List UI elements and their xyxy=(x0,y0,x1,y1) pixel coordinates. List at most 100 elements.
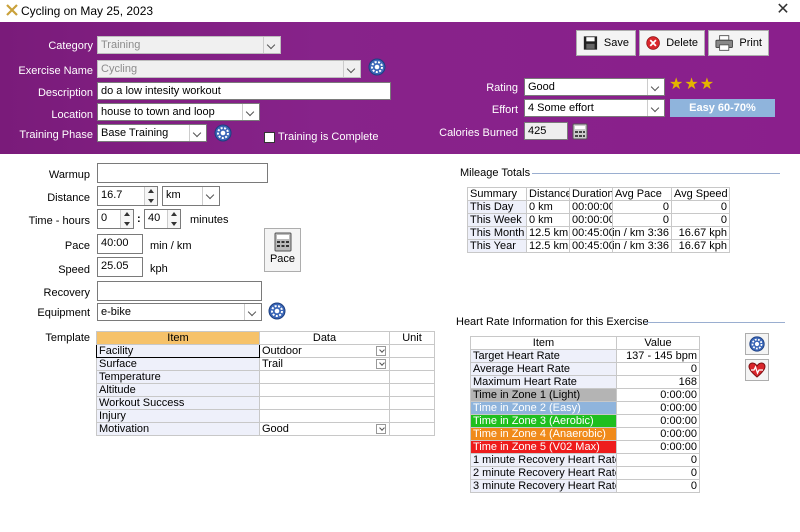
speed-input[interactable]: 25.05 xyxy=(97,257,143,277)
rating-select[interactable]: Good xyxy=(524,78,665,96)
table-row[interactable]: Temperature xyxy=(96,370,435,384)
time-hours-input[interactable]: 0 xyxy=(97,209,134,229)
mileage-col: Distance xyxy=(526,187,570,201)
chevron-down-icon xyxy=(202,187,219,205)
hr-item: 2 minute Recovery Heart Rate xyxy=(470,466,617,480)
chevron-down-icon xyxy=(647,79,664,95)
spinner-icon[interactable] xyxy=(167,210,180,228)
template-item[interactable]: Workout Success xyxy=(96,396,260,410)
mileage-cell: This Day xyxy=(467,200,527,214)
template-col-unit: Unit xyxy=(389,331,435,345)
template-unit[interactable] xyxy=(389,383,435,397)
training-complete-checkbox[interactable] xyxy=(264,132,275,143)
header-panel: Category Training Exercise Name Cycling … xyxy=(0,22,800,154)
pace-button-label: Pace xyxy=(269,253,296,265)
training-complete-label: Training is Complete xyxy=(278,131,379,143)
template-data[interactable] xyxy=(259,409,390,423)
pace-button[interactable]: Pace xyxy=(264,228,301,272)
template-label: Template xyxy=(45,332,90,344)
hr-value: 0:00:00 xyxy=(616,414,700,428)
equipment-label: Equipment xyxy=(37,307,90,319)
template-unit[interactable] xyxy=(389,409,435,423)
template-data[interactable]: Good xyxy=(259,422,390,436)
table-row[interactable]: Injury xyxy=(96,409,435,423)
gear-icon[interactable] xyxy=(367,57,387,77)
mileage-cell: 12.5 km xyxy=(526,226,570,240)
template-data[interactable]: Trail xyxy=(259,357,390,371)
distance-input[interactable]: 16.7 xyxy=(97,186,158,206)
mileage-title: Mileage Totals xyxy=(460,167,531,179)
save-label: Save xyxy=(603,37,629,49)
table-row: Time in Zone 4 (Anaerobic) 0:00:00 xyxy=(470,427,700,441)
template-item[interactable]: Temperature xyxy=(96,370,260,384)
location-label: Location xyxy=(51,109,93,121)
hr-value: 168 xyxy=(616,375,700,389)
rating-label: Rating xyxy=(486,82,518,94)
mileage-cell: This Year xyxy=(467,239,527,253)
distance-unit-select[interactable]: km xyxy=(162,186,220,206)
star-icon: ★ xyxy=(699,76,715,93)
template-unit[interactable] xyxy=(389,357,435,371)
hr-settings-button[interactable] xyxy=(745,333,769,355)
gear-icon[interactable] xyxy=(267,301,287,321)
description-input[interactable]: do a low intesity workout xyxy=(97,82,391,100)
table-row: This Week 0 km 00:00:00 0 0 xyxy=(467,213,730,227)
save-button[interactable]: Save xyxy=(576,30,636,56)
mileage-col: Duration xyxy=(569,187,613,201)
hr-value: 0 xyxy=(616,479,700,493)
table-row[interactable]: Motivation Good xyxy=(96,422,435,436)
mileage-cell: 0 xyxy=(671,213,730,227)
category-label: Category xyxy=(48,40,93,52)
table-row[interactable]: Facility Outdoor xyxy=(96,344,435,358)
close-icon[interactable]: ✕ xyxy=(772,1,794,19)
template-item[interactable]: Motivation xyxy=(96,422,260,436)
print-button[interactable]: Print xyxy=(708,30,769,56)
spinner-icon[interactable] xyxy=(144,187,157,205)
table-row: Time in Zone 5 (V02 Max) 0:00:00 xyxy=(470,440,700,454)
template-data[interactable] xyxy=(259,396,390,410)
table-row[interactable]: Workout Success xyxy=(96,396,435,410)
mileage-cell: 16.67 kph xyxy=(671,239,730,253)
print-label: Print xyxy=(739,37,762,49)
template-item[interactable]: Altitude xyxy=(96,383,260,397)
template-data[interactable] xyxy=(259,383,390,397)
delete-button[interactable]: Delete xyxy=(639,30,705,56)
exercise-name-label: Exercise Name xyxy=(18,65,93,77)
template-item[interactable]: Facility xyxy=(96,344,260,358)
mileage-cell: 0 xyxy=(612,213,672,227)
template-unit[interactable] xyxy=(389,370,435,384)
calculator-icon[interactable] xyxy=(572,123,588,140)
spinner-icon[interactable] xyxy=(120,210,133,228)
template-data[interactable] xyxy=(259,370,390,384)
table-row: Time in Zone 1 (Light) 0:00:00 xyxy=(470,388,700,402)
table-row: 2 minute Recovery Heart Rate 0 xyxy=(470,466,700,480)
calories-input[interactable]: 425 xyxy=(524,122,568,140)
mileage-cell: 16.67 kph xyxy=(671,226,730,240)
location-select[interactable]: house to town and loop xyxy=(97,103,260,121)
gear-icon[interactable] xyxy=(213,123,233,143)
exercise-name-select[interactable]: Cycling xyxy=(97,60,361,78)
template-item[interactable]: Surface xyxy=(96,357,260,371)
mileage-col: Avg Speed xyxy=(671,187,730,201)
table-row[interactable]: Surface Trail xyxy=(96,357,435,371)
category-select[interactable]: Training xyxy=(97,36,281,54)
template-unit[interactable] xyxy=(389,396,435,410)
effort-select[interactable]: 4 Some effort xyxy=(524,99,665,117)
print-icon xyxy=(715,35,733,51)
recovery-input[interactable] xyxy=(97,281,262,301)
time-minutes-input[interactable]: 40 xyxy=(144,209,181,229)
table-row[interactable]: Altitude xyxy=(96,383,435,397)
template-unit[interactable] xyxy=(389,422,435,436)
pace-unit: min / km xyxy=(150,240,192,252)
template-data[interactable]: Outdoor xyxy=(259,344,390,358)
hr-value: 0:00:00 xyxy=(616,427,700,441)
equipment-select[interactable]: e-bike xyxy=(97,303,262,321)
chevron-down-icon xyxy=(647,100,664,116)
warmup-input[interactable] xyxy=(97,163,268,183)
hr-item: Time in Zone 2 (Easy) xyxy=(470,401,617,415)
hr-monitor-button[interactable] xyxy=(745,359,769,381)
template-unit[interactable] xyxy=(389,344,435,358)
pace-input[interactable]: 40:00 xyxy=(97,234,143,254)
training-phase-select[interactable]: Base Training xyxy=(97,124,207,142)
template-item[interactable]: Injury xyxy=(96,409,260,423)
